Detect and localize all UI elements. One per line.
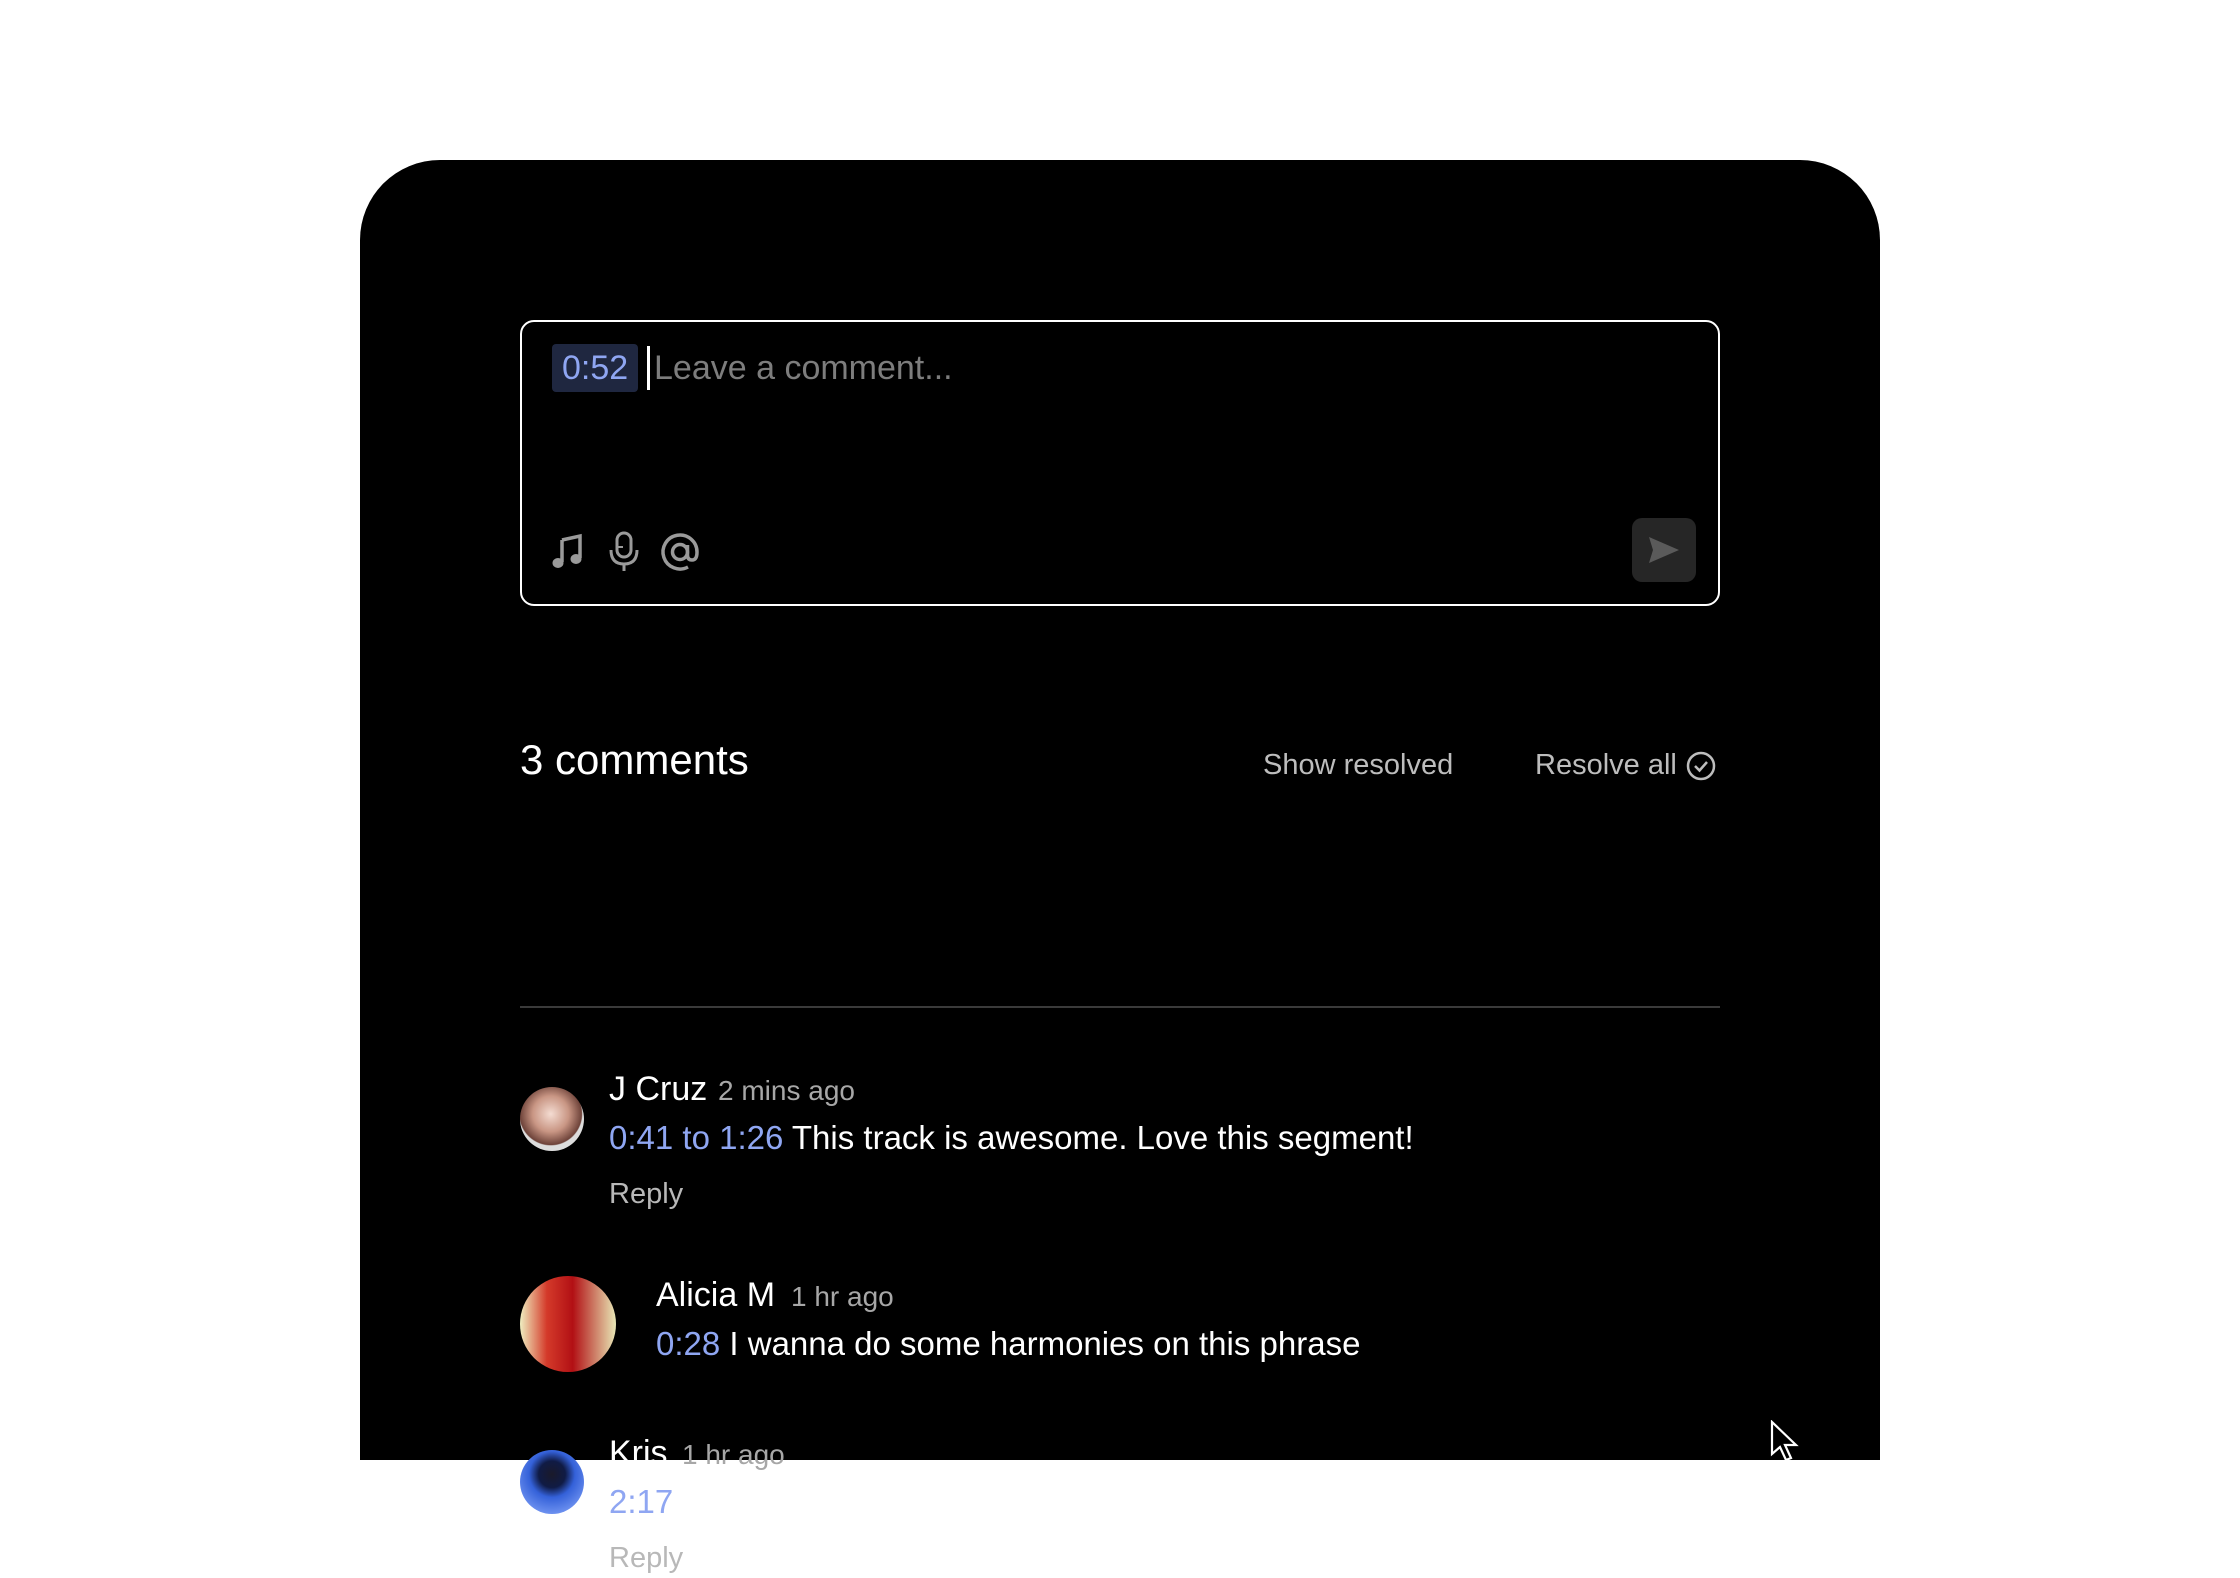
comment-body: 0:41 to 1:26 This track is awesome. Love… [609, 1116, 1414, 1160]
microphone-icon[interactable] [598, 526, 650, 578]
comment-timestamp-link[interactable]: 0:41 to 1:26 [609, 1119, 783, 1156]
comment-input[interactable]: Leave a comment... [654, 346, 953, 390]
comment-composer[interactable]: 0:52 Leave a comment... [520, 320, 1720, 606]
timestamp-chip[interactable]: 0:52 [552, 344, 639, 392]
comment-author[interactable]: Alicia M [656, 1273, 775, 1317]
avatar[interactable] [520, 1450, 584, 1514]
comment-time: 1 hr ago [791, 1281, 894, 1312]
mouse-pointer-icon [1770, 1420, 1799, 1462]
comment-count: 3 comments [520, 736, 749, 783]
send-icon [1649, 537, 1679, 563]
reply-button[interactable]: Reply [609, 1174, 683, 1214]
resolve-all-button[interactable]: Resolve all [1535, 745, 1677, 785]
comment-text: This track is awesome. Love this segment… [783, 1119, 1414, 1156]
comment-author[interactable]: J Cruz [609, 1067, 707, 1111]
comment-time: 2 mins ago [718, 1075, 855, 1106]
reply-button[interactable]: Reply [609, 1538, 683, 1578]
check-circle-icon[interactable] [1685, 750, 1717, 782]
comment-body: 0:28 I wanna do some harmonies on this p… [656, 1322, 1360, 1366]
at-mention-icon[interactable] [654, 526, 706, 578]
comment-text: I wanna do some harmonies on this phrase [720, 1325, 1361, 1362]
text-caret [647, 346, 650, 390]
avatar[interactable] [520, 1087, 584, 1151]
comment-text: Siiick bass. [673, 1483, 848, 1520]
avatar[interactable] [520, 1276, 616, 1372]
comment-timestamp-link[interactable]: 2:17 [609, 1483, 673, 1520]
divider [520, 1006, 1720, 1008]
comment-timestamp-link[interactable]: 0:28 [656, 1325, 720, 1362]
comment-time: 1 hr ago [682, 1439, 785, 1470]
comment-body: 2:17 Siiick bass. [609, 1480, 847, 1524]
music-note-icon[interactable] [542, 526, 594, 578]
comment-author[interactable]: Kris [609, 1431, 668, 1475]
show-resolved-button[interactable]: Show resolved [1263, 745, 1453, 785]
comments-panel: 0:52 Leave a comment... 3 comments Show … [360, 160, 1880, 1574]
send-button[interactable] [1632, 518, 1696, 582]
